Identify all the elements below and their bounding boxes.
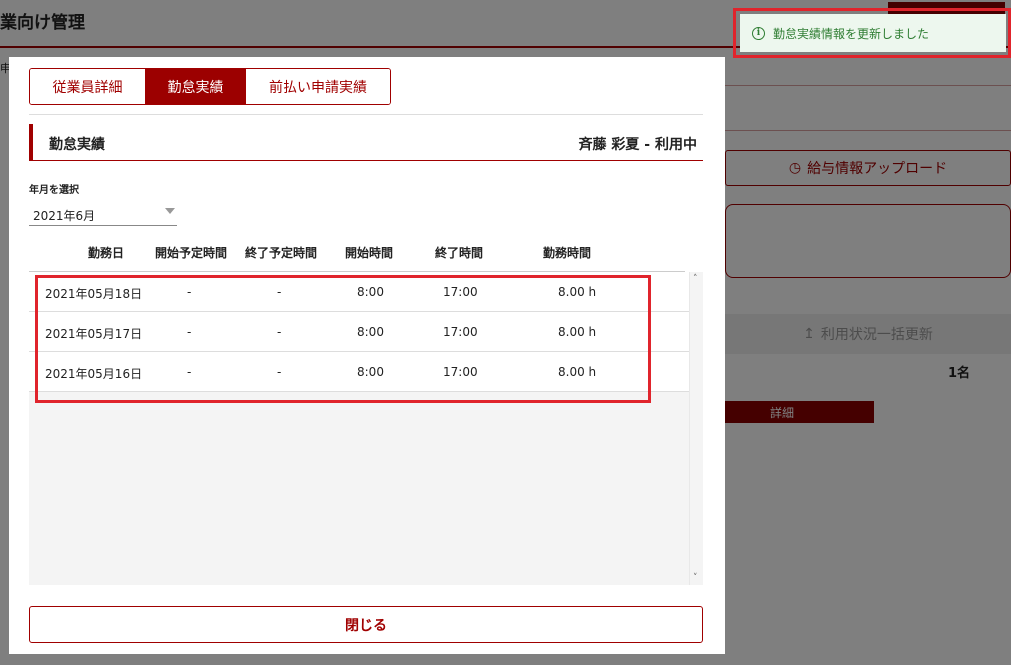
success-toast: i 勤怠実績情報を更新しました xyxy=(740,14,1006,52)
scroll-down-icon[interactable]: ˅ xyxy=(693,573,698,583)
info-icon: i xyxy=(752,26,765,40)
tabs-divider xyxy=(29,114,703,115)
section-accent-bar xyxy=(29,124,33,160)
section-header: 勤怠実績 斉藤 彩夏 - 利用中 xyxy=(29,124,703,161)
section-title: 勤怠実績 xyxy=(49,137,105,153)
year-month-value: 2021年6月 xyxy=(33,209,96,223)
close-button[interactable]: 閉じる xyxy=(29,606,703,643)
column-header-hours: 勤務時間 xyxy=(542,246,591,260)
caret-down-icon xyxy=(165,208,175,214)
tab-prepayment[interactable]: 前払い申請実績 xyxy=(245,69,390,104)
table-scrollbar[interactable]: ˄ ˅ xyxy=(689,272,703,585)
column-header-planned-start: 開始予定時間 xyxy=(154,246,227,260)
column-header-end: 終了時間 xyxy=(434,246,483,260)
column-header-start: 開始時間 xyxy=(344,246,393,260)
employee-status: 斉藤 彩夏 - 利用中 xyxy=(578,137,697,153)
year-month-label: 年月を選択 xyxy=(29,185,79,196)
scroll-up-icon[interactable]: ˄ xyxy=(693,274,698,284)
year-month-select[interactable]: 2021年6月 xyxy=(29,202,177,226)
rows-highlight-frame xyxy=(35,275,651,403)
tab-employee-details[interactable]: 従業員詳細 xyxy=(30,69,145,104)
column-header-date: 勤務日 xyxy=(87,246,124,260)
column-header-planned-end: 終了予定時間 xyxy=(244,246,317,260)
toast-message: 勤怠実績情報を更新しました xyxy=(773,26,930,41)
modal-tabs: 従業員詳細 勤怠実績 前払い申請実績 xyxy=(29,68,391,105)
tab-attendance[interactable]: 勤怠実績 xyxy=(145,69,245,104)
